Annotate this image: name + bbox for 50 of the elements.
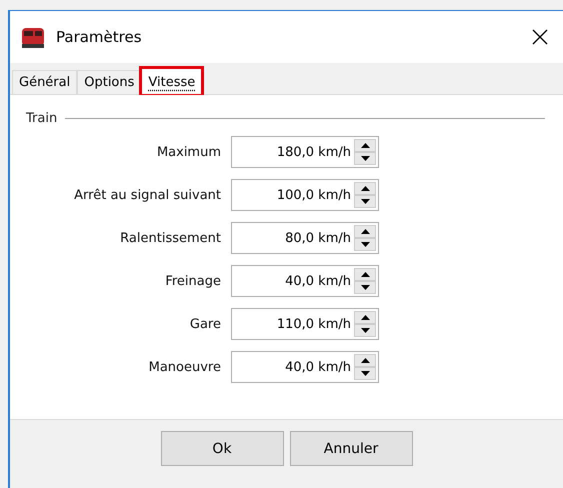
field-label: Ralentissement xyxy=(119,230,221,246)
spin-box[interactable]: 40,0 km/h xyxy=(231,351,379,383)
spin-box[interactable]: 100,0 km/h xyxy=(231,179,379,211)
speed-input[interactable]: 80,0 km/h xyxy=(232,223,354,253)
decrement-button[interactable] xyxy=(354,195,376,208)
decrement-button[interactable] xyxy=(354,367,376,380)
speed-input[interactable]: 40,0 km/h xyxy=(232,266,354,296)
down-arrow-icon xyxy=(360,328,370,333)
window-title: Paramètres xyxy=(56,28,143,46)
speed-input[interactable]: 40,0 km/h xyxy=(232,352,354,382)
down-arrow-icon xyxy=(360,371,370,376)
down-arrow-icon xyxy=(360,156,370,161)
speed-input[interactable]: 110,0 km/h xyxy=(232,309,354,339)
decrement-button[interactable] xyxy=(354,152,376,165)
up-arrow-icon xyxy=(360,229,370,234)
increment-button[interactable] xyxy=(354,182,376,195)
field-label: Freinage xyxy=(164,274,221,288)
field-label: Gare xyxy=(188,316,221,332)
field-label: Manoeuvre xyxy=(148,360,221,374)
spin-box[interactable]: 80,0 km/h xyxy=(231,222,379,254)
increment-button[interactable] xyxy=(354,139,376,152)
increment-button[interactable] xyxy=(354,311,376,324)
decrement-button[interactable] xyxy=(354,238,376,251)
increment-button[interactable] xyxy=(354,225,376,238)
increment-button[interactable] xyxy=(354,354,376,367)
up-arrow-icon xyxy=(360,358,370,363)
down-arrow-icon xyxy=(360,199,370,204)
spin-box[interactable]: 110,0 km/h xyxy=(231,308,379,340)
spin-box[interactable]: 40,0 km/h xyxy=(231,265,379,297)
down-arrow-icon xyxy=(360,242,370,247)
up-arrow-icon xyxy=(360,315,370,320)
tab[interactable]: Options xyxy=(77,70,142,94)
increment-button[interactable] xyxy=(354,268,376,281)
decrement-button[interactable] xyxy=(354,281,376,294)
decrement-button[interactable] xyxy=(354,324,376,337)
close-icon xyxy=(532,29,548,45)
down-arrow-icon xyxy=(360,285,370,290)
dialog-button[interactable]: Ok xyxy=(160,431,284,466)
speed-input[interactable]: 180,0 km/h xyxy=(232,137,354,167)
tab[interactable]: Vitesse xyxy=(141,68,202,95)
up-arrow-icon xyxy=(360,272,370,277)
dialog-button[interactable]: Annuler xyxy=(290,431,412,466)
field-label: Arrêt au signal suivant xyxy=(73,188,221,202)
field-label: Maximum xyxy=(156,144,221,160)
up-arrow-icon xyxy=(360,186,370,191)
tab[interactable]: Général xyxy=(12,70,78,94)
group-title: Train xyxy=(26,111,58,126)
up-arrow-icon xyxy=(360,143,370,148)
speed-input[interactable]: 100,0 km/h xyxy=(232,180,354,210)
spin-box[interactable]: 180,0 km/h xyxy=(231,136,379,168)
